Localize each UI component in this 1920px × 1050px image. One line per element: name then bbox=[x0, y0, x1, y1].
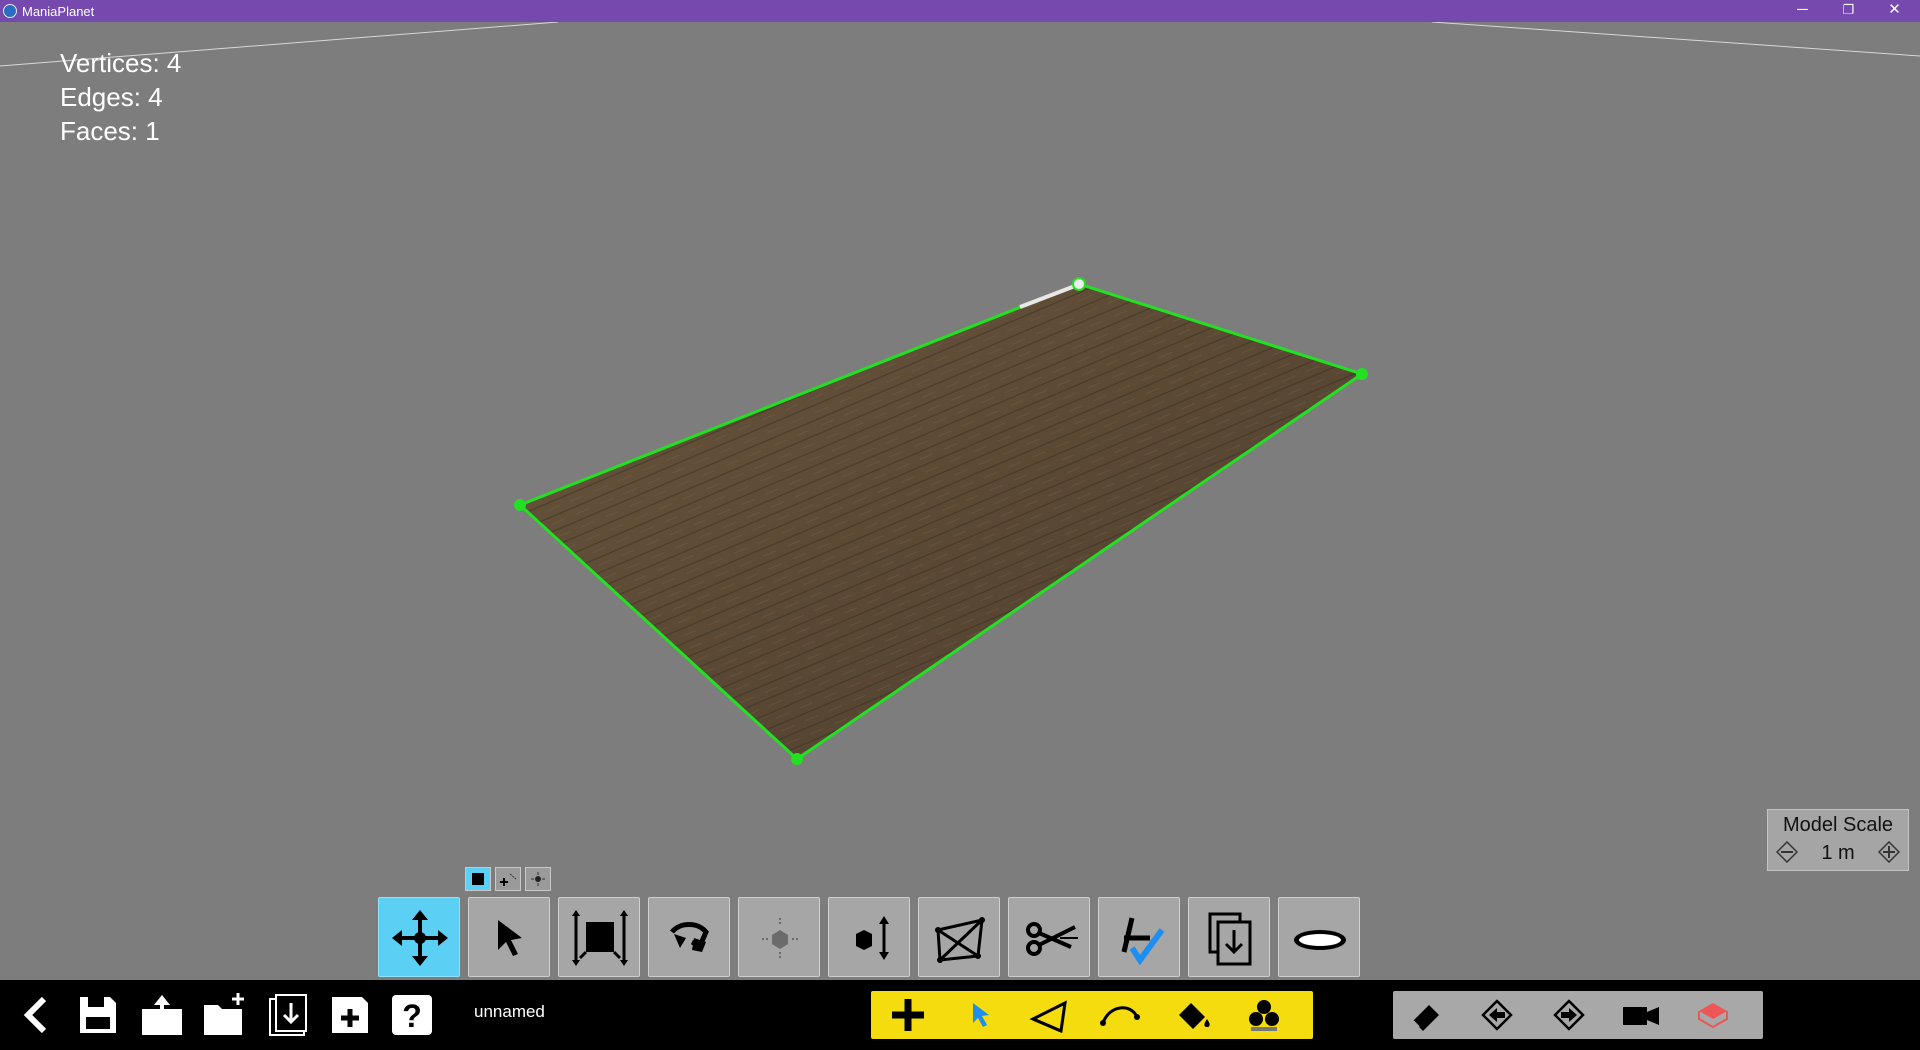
bottom-bar: ? unnamed bbox=[0, 980, 1920, 1050]
edge-plus-icon bbox=[500, 873, 517, 886]
center-pivot-icon bbox=[762, 918, 800, 960]
group-icon[interactable] bbox=[1241, 995, 1287, 1035]
triangulate-icon bbox=[935, 917, 985, 963]
back-icon[interactable] bbox=[14, 991, 62, 1039]
add-icon[interactable] bbox=[885, 995, 931, 1035]
mesh-stats: Vertices: 4 Edges: 4 Faces: 1 bbox=[60, 46, 181, 148]
model-scale-value: 1 m bbox=[1821, 842, 1855, 864]
vertex-handle[interactable] bbox=[1356, 368, 1368, 380]
rotate-icon bbox=[670, 922, 709, 952]
edges-count: Edges: 4 bbox=[60, 82, 163, 112]
scale-frame-icon bbox=[572, 910, 628, 966]
title-bar: ManiaPlanet ─ ❐ ✕ bbox=[0, 0, 1920, 22]
scale-tool-button[interactable] bbox=[558, 897, 640, 977]
view-tools-bar bbox=[1393, 991, 1763, 1039]
merge-check-icon bbox=[1121, 917, 1165, 966]
select-tool-button[interactable] bbox=[468, 897, 550, 977]
upload-icon[interactable] bbox=[138, 991, 186, 1039]
import-icon[interactable] bbox=[264, 991, 312, 1039]
move-tool-button[interactable] bbox=[378, 897, 460, 977]
wood-plank-texture bbox=[520, 284, 1362, 759]
vertex-handle[interactable] bbox=[514, 499, 526, 511]
move-arrows-icon bbox=[392, 910, 448, 966]
undo-icon[interactable] bbox=[1475, 997, 1519, 1033]
vertex-handle[interactable] bbox=[791, 753, 803, 765]
decrease-scale-icon[interactable] bbox=[1776, 841, 1798, 863]
horizon-line-right bbox=[1431, 22, 1920, 57]
camera-icon[interactable] bbox=[1619, 997, 1663, 1033]
vertex-mode-button[interactable] bbox=[525, 867, 551, 891]
square-face-icon bbox=[472, 873, 484, 885]
polygon-icon[interactable] bbox=[1027, 995, 1073, 1035]
maniaplanet-logo-icon bbox=[3, 4, 17, 18]
save-icon[interactable] bbox=[74, 991, 122, 1039]
ellipse-tool-button[interactable] bbox=[1278, 897, 1360, 977]
paste-icon bbox=[1208, 912, 1252, 966]
help-icon[interactable]: ? bbox=[388, 991, 436, 1039]
faces-count: Faces: 1 bbox=[60, 116, 160, 146]
extrude-tool-button[interactable] bbox=[828, 897, 910, 977]
ellipse-icon bbox=[1294, 930, 1346, 950]
scene-canvas bbox=[0, 22, 1920, 765]
scissors-icon bbox=[1026, 922, 1078, 956]
file-name-label: unnamed bbox=[474, 1002, 545, 1021]
extrude-icon bbox=[856, 916, 889, 960]
3d-viewport[interactable] bbox=[0, 22, 1920, 980]
edge-mode-button[interactable] bbox=[495, 867, 521, 891]
save-as-icon[interactable] bbox=[326, 991, 374, 1039]
svg-text:?: ? bbox=[402, 998, 422, 1034]
cursor-arrow-icon bbox=[498, 920, 522, 956]
create-tools-bar bbox=[871, 991, 1313, 1039]
center-pivot-tool-button[interactable] bbox=[738, 897, 820, 977]
face-mode-button[interactable] bbox=[465, 867, 491, 891]
paste-tool-button[interactable] bbox=[1188, 897, 1270, 977]
curve-icon[interactable] bbox=[1097, 995, 1143, 1035]
vertices-count: Vertices: 4 bbox=[60, 48, 182, 78]
increase-scale-icon[interactable] bbox=[1878, 841, 1900, 863]
rotate-tool-button[interactable] bbox=[648, 897, 730, 977]
vertex-dot-icon bbox=[531, 872, 545, 886]
restore-button[interactable]: ❐ bbox=[1826, 0, 1871, 22]
select-icon[interactable] bbox=[957, 995, 1003, 1035]
window-title: ManiaPlanet bbox=[22, 4, 95, 19]
eraser-icon[interactable] bbox=[1405, 997, 1449, 1033]
minimize-button[interactable]: ─ bbox=[1780, 0, 1825, 22]
model-scale-panel: Model Scale 1 m bbox=[1767, 809, 1909, 871]
close-button[interactable]: ✕ bbox=[1872, 0, 1917, 22]
new-folder-icon[interactable] bbox=[200, 991, 248, 1039]
redo-icon[interactable] bbox=[1547, 997, 1591, 1033]
hide-cube-icon[interactable] bbox=[1691, 997, 1735, 1033]
triangulate-tool-button[interactable] bbox=[918, 897, 1000, 977]
vertex-handle[interactable] bbox=[1072, 277, 1086, 291]
cut-tool-button[interactable] bbox=[1008, 897, 1090, 977]
paint-bucket-icon[interactable] bbox=[1171, 995, 1217, 1035]
model-scale-label: Model Scale bbox=[1782, 814, 1894, 836]
merge-tool-button[interactable] bbox=[1098, 897, 1180, 977]
